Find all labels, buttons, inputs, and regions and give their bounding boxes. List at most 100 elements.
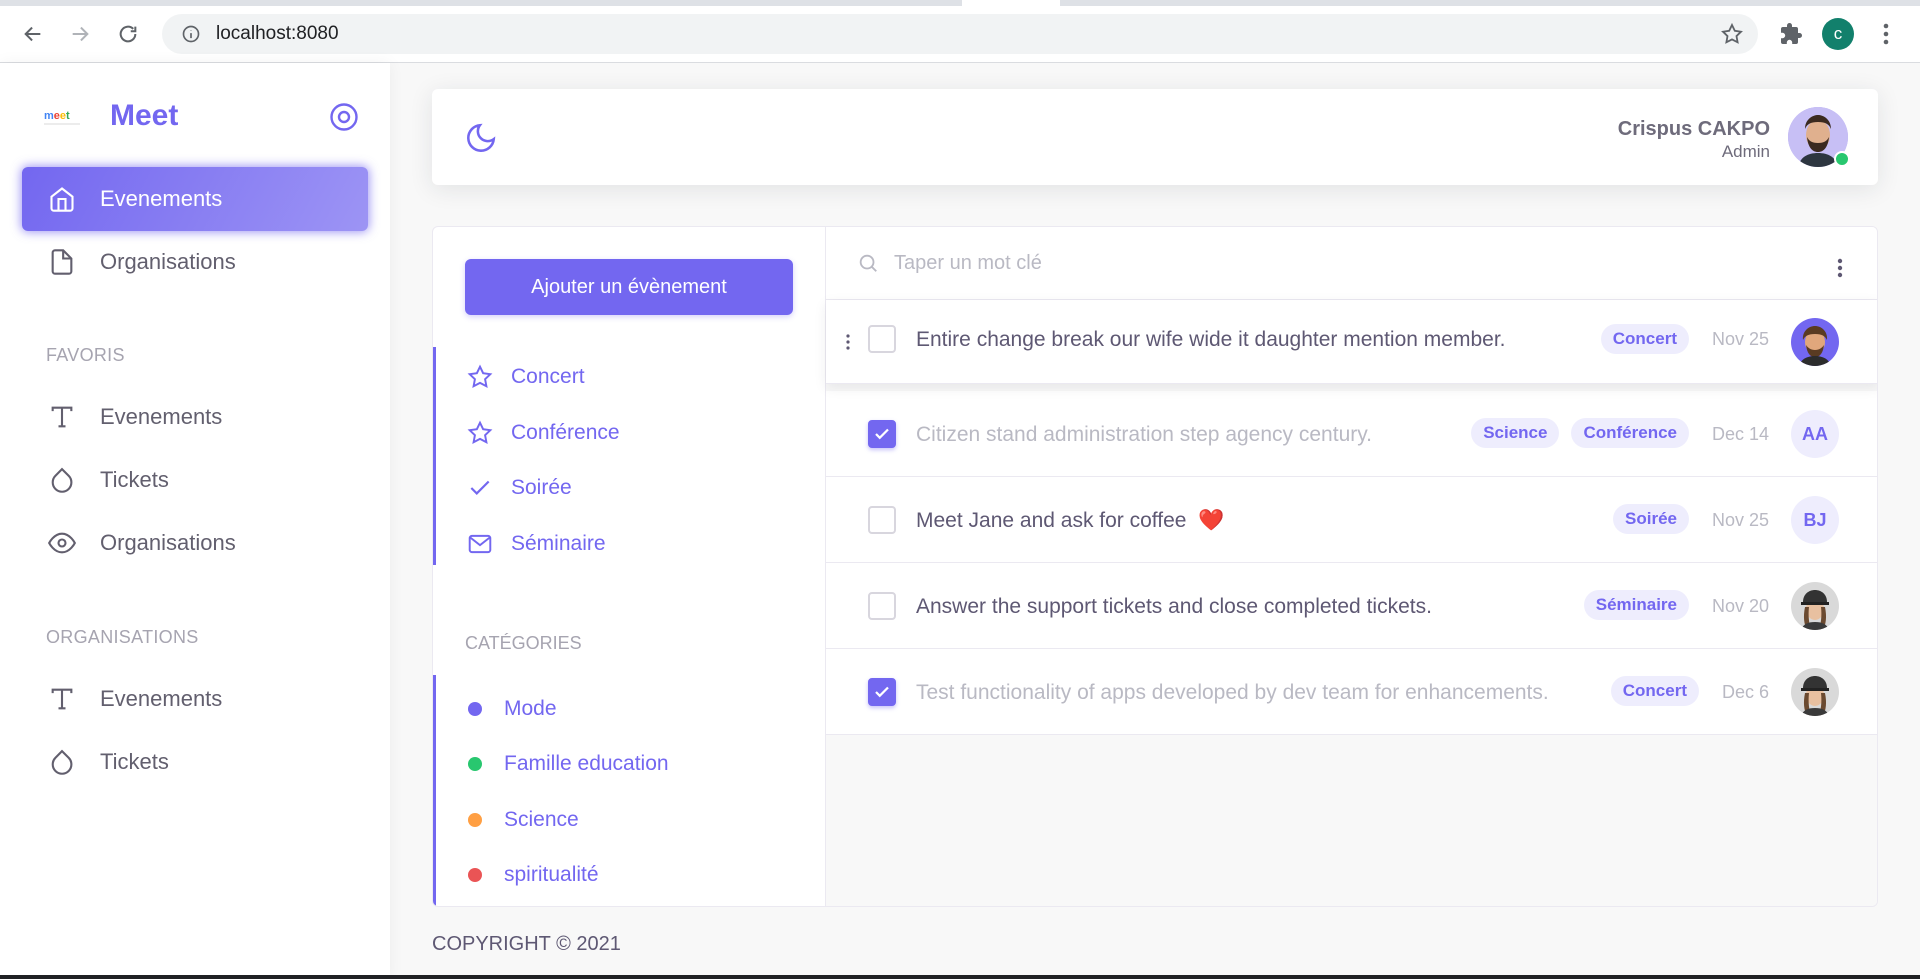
category-dot — [468, 757, 482, 771]
sidebar-item-label: Tickets — [100, 749, 169, 774]
sidebar-item-favoris-organisations[interactable]: Organisations — [22, 511, 368, 575]
task-tags: Science Conférence — [1471, 418, 1689, 448]
task-checkbox[interactable] — [868, 678, 896, 706]
eye-icon — [46, 527, 78, 559]
filter-label: Soirée — [511, 476, 572, 499]
task-row[interactable]: Entire change break our wife wide it dau… — [826, 300, 1877, 384]
sidebar-item-org-evenements[interactable]: Evenements — [22, 667, 368, 731]
task-title: Citizen stand administration step agency… — [916, 423, 1373, 446]
taskbar-edge — [0, 975, 1920, 979]
url-text[interactable]: localhost:8080 — [216, 23, 339, 45]
category-item-mode[interactable]: Mode — [466, 689, 557, 729]
category-dot — [468, 868, 482, 882]
assignee-avatar[interactable] — [1791, 668, 1839, 716]
filter-label: Séminaire — [511, 532, 606, 555]
browser-toolbar: localhost:8080 c — [0, 0, 1920, 63]
filter-list: Concert Conférence Soirée Séminaire — [433, 347, 826, 565]
forward-icon[interactable] — [64, 18, 96, 50]
sidebar: meet Meet Evenements Organisations FAVOR… — [0, 63, 390, 979]
active-tab[interactable] — [962, 0, 1060, 6]
mail-icon — [466, 530, 494, 558]
top-navbar: Crispus CAKPO Admin — [432, 89, 1878, 185]
sidebar-item-label: Tickets — [100, 467, 169, 492]
sidebar-toggle-icon[interactable] — [328, 101, 360, 133]
category-label: spiritualité — [504, 863, 599, 886]
site-info-icon[interactable] — [178, 24, 204, 44]
moon-icon[interactable] — [464, 121, 498, 155]
category-item-spiritualite[interactable]: spiritualité — [466, 855, 599, 895]
more-options-icon[interactable] — [1837, 257, 1843, 279]
reload-icon[interactable] — [112, 18, 144, 50]
task-checkbox[interactable] — [868, 506, 896, 534]
address-bar[interactable]: localhost:8080 — [162, 14, 1758, 54]
tag-badge: Séminaire — [1583, 590, 1689, 620]
task-list-panel: Entire change break our wife wide it dau… — [826, 227, 1877, 906]
menu-dots-icon[interactable] — [1870, 18, 1902, 50]
tab-strip — [0, 0, 1920, 6]
task-tags: Séminaire — [1583, 590, 1689, 620]
check-icon — [466, 474, 494, 502]
sidebar-item-label: Evenements — [100, 686, 223, 711]
assignee-avatar[interactable] — [1791, 318, 1839, 366]
task-checkbox[interactable] — [868, 592, 896, 620]
brand-name: Meet — [110, 99, 179, 132]
category-label: Science — [504, 808, 579, 831]
file-icon — [46, 246, 78, 278]
tag-badge: Concert — [1610, 676, 1699, 706]
task-title: Test functionality of apps developed by … — [916, 681, 1549, 704]
category-item-famille-education[interactable]: Famille education — [466, 744, 669, 784]
brand-logo: meet — [38, 105, 86, 127]
sidebar-item-org-tickets[interactable]: Tickets — [22, 730, 368, 794]
filter-item-conference[interactable]: Conférence — [466, 413, 620, 453]
categories-header: CATÉGORIES — [465, 633, 582, 653]
search-input[interactable] — [894, 251, 1774, 275]
filter-item-seminaire[interactable]: Séminaire — [466, 524, 606, 564]
user-role: Admin — [1721, 142, 1770, 161]
add-event-button[interactable]: Ajouter un évènement — [465, 259, 793, 315]
task-checkbox[interactable] — [868, 420, 896, 448]
back-icon[interactable] — [17, 18, 49, 50]
footer-copyright: COPYRIGHT © 2021 — [432, 933, 621, 955]
sidebar-item-favoris-evenements[interactable]: Evenements — [22, 385, 368, 449]
task-row[interactable]: Answer the support tickets and close com… — [826, 563, 1877, 649]
sidebar-item-favoris-tickets[interactable]: Tickets — [22, 448, 368, 512]
filter-item-soiree[interactable]: Soirée — [466, 468, 572, 508]
assignee-avatar[interactable]: BJ — [1791, 496, 1839, 544]
task-date: Nov 25 — [1711, 329, 1769, 349]
filter-item-concert[interactable]: Concert — [466, 357, 585, 397]
heart-emoji: ❤️ — [1198, 509, 1225, 532]
svg-text:meet: meet — [44, 110, 70, 122]
sidebar-item-evenements[interactable]: Evenements — [22, 167, 368, 231]
task-date: Dec 6 — [1721, 682, 1769, 702]
app-sidebar: Ajouter un évènement Concert Conférence … — [433, 227, 826, 906]
extensions-icon[interactable] — [1775, 18, 1807, 50]
tag-badge: Conférence — [1571, 418, 1689, 448]
bookmark-star-icon[interactable] — [1720, 22, 1744, 51]
task-title: Answer the support tickets and close com… — [916, 595, 1432, 618]
task-row[interactable]: Test functionality of apps developed by … — [826, 649, 1877, 735]
category-label: Famille education — [504, 752, 669, 775]
task-tags: Concert — [1600, 324, 1689, 354]
brand[interactable]: meet Meet — [38, 99, 178, 133]
type-icon — [46, 401, 78, 433]
profile-avatar[interactable]: c — [1822, 18, 1854, 50]
sidebar-item-organisations[interactable]: Organisations — [22, 230, 368, 294]
type-icon — [46, 683, 78, 715]
user-name[interactable]: Crispus CAKPO — [1618, 118, 1770, 141]
category-label: Mode — [504, 697, 557, 720]
task-checkbox[interactable] — [868, 325, 896, 353]
tag-badge: Soirée — [1613, 504, 1689, 534]
drag-handle-icon[interactable] — [846, 334, 850, 350]
assignee-avatar[interactable] — [1791, 582, 1839, 630]
sidebar-item-label: Organisations — [100, 249, 236, 274]
task-row[interactable]: Citizen stand administration step agency… — [826, 391, 1877, 477]
category-item-science[interactable]: Science — [466, 800, 579, 840]
droplet-icon — [46, 464, 78, 496]
task-row[interactable]: Meet Jane and ask for coffee ❤️ Soirée N… — [826, 477, 1877, 563]
sidebar-item-label: Evenements — [100, 186, 223, 211]
task-tags: Concert — [1610, 676, 1699, 706]
category-dot — [468, 702, 482, 716]
category-dot — [468, 813, 482, 827]
assignee-avatar[interactable]: AA — [1791, 410, 1839, 458]
droplet-icon — [46, 746, 78, 778]
